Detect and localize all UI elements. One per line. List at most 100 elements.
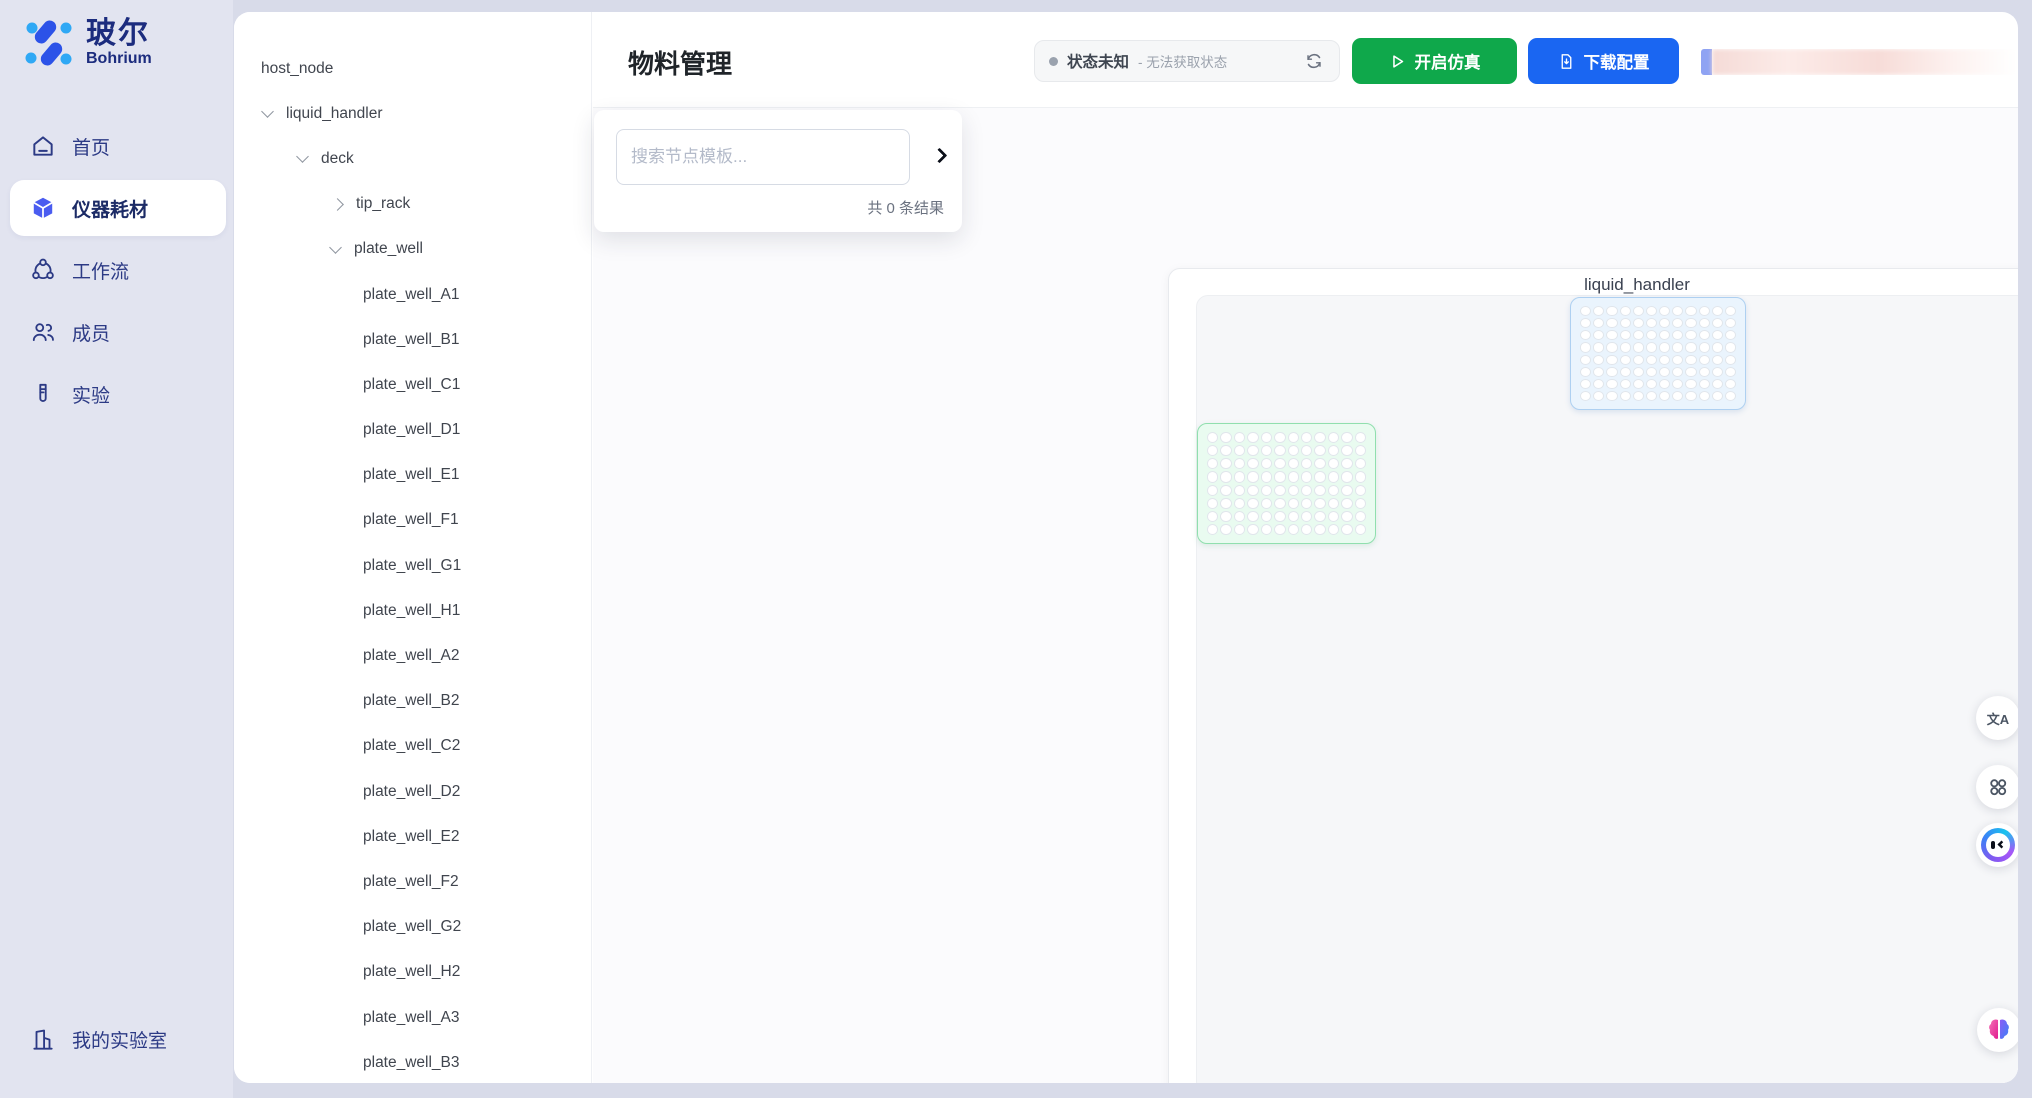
refresh-status-button[interactable] (1305, 51, 1325, 71)
search-submit-button[interactable] (926, 143, 952, 169)
tree-item-plate_well_F2[interactable]: plate_well_F2 (234, 859, 591, 904)
sidebar-item-label: 工作流 (72, 257, 129, 284)
well (1314, 498, 1325, 509)
well (1247, 445, 1258, 456)
canvas[interactable]: liquid_handler data: [object Object] 美化布… (593, 108, 2018, 1083)
status-label: 状态未知 (1067, 50, 1129, 72)
liquid-handler-node[interactable]: liquid_handler data: [object Object] (1168, 268, 2018, 1083)
well (1633, 318, 1644, 328)
well (1685, 391, 1696, 401)
well (1699, 391, 1710, 401)
well (1220, 485, 1231, 496)
well (1207, 498, 1218, 509)
tree-item-plate_well_A1[interactable]: plate_well_A1 (234, 272, 591, 317)
tree-item-label: plate_well_C2 (363, 737, 460, 755)
tree-item-plate_well_B3[interactable]: plate_well_B3 (234, 1040, 591, 1083)
deck-area[interactable] (1196, 295, 2018, 1083)
tree-item-host_node[interactable]: host_node (234, 46, 591, 91)
tree-item-plate_well[interactable]: plate_well (234, 227, 591, 272)
well (1580, 342, 1591, 352)
sidebar-item-home[interactable]: 首页 (10, 118, 226, 174)
well-plate-green[interactable] (1197, 423, 1376, 544)
well (1725, 379, 1736, 389)
well (1633, 391, 1644, 401)
bohrium-logo[interactable]: 玻尔 Bohrium (22, 17, 152, 69)
well (1274, 511, 1285, 522)
sidebar-item-experiment[interactable]: 实验 (10, 366, 226, 422)
tree-item-plate_well_E1[interactable]: plate_well_E1 (234, 453, 591, 498)
redacted-cap (1701, 49, 1712, 75)
status-detail: - 无法获取状态 (1138, 51, 1227, 71)
experiment-icon (30, 381, 56, 407)
well (1685, 367, 1696, 377)
well-plate-selected[interactable] (1570, 297, 1746, 410)
well (1274, 432, 1285, 443)
well (1672, 330, 1683, 340)
tree-item-deck[interactable]: deck (234, 136, 591, 181)
well (1207, 471, 1218, 482)
well (1620, 355, 1631, 365)
ai-brain-button[interactable] (1977, 1008, 2018, 1052)
tree-item-liquid_handler[interactable]: liquid_handler (234, 91, 591, 136)
well (1606, 391, 1617, 401)
well (1247, 524, 1258, 535)
tree-item-tip_rack[interactable]: tip_rack (234, 182, 591, 227)
chevron-down-icon[interactable] (296, 151, 309, 164)
well (1580, 330, 1591, 340)
ai-assistant-button[interactable] (1976, 823, 2018, 867)
well (1646, 379, 1657, 389)
well (1593, 391, 1604, 401)
tree-item-label: plate_well_E1 (363, 466, 460, 484)
well (1261, 445, 1272, 456)
chevron-down-icon[interactable] (261, 105, 274, 118)
tree-item-plate_well_G1[interactable]: plate_well_G1 (234, 543, 591, 588)
tree-item-label: tip_rack (356, 195, 410, 213)
tree-item-plate_well_C1[interactable]: plate_well_C1 (234, 362, 591, 407)
well (1207, 524, 1218, 535)
well (1328, 524, 1339, 535)
search-input[interactable] (616, 129, 910, 185)
tree-item-label: plate_well_C1 (363, 376, 460, 394)
tree-item-plate_well_A2[interactable]: plate_well_A2 (234, 633, 591, 678)
sidebar-item-members[interactable]: 成员 (10, 304, 226, 360)
start-simulation-button[interactable]: 开启仿真 (1352, 38, 1517, 84)
sidebar-item-instruments[interactable]: 仪器耗材 (10, 180, 226, 236)
well (1580, 306, 1591, 316)
tree-item-plate_well_A3[interactable]: plate_well_A3 (234, 995, 591, 1040)
tree-item-plate_well_C2[interactable]: plate_well_C2 (234, 724, 591, 769)
tree-item-plate_well_H1[interactable]: plate_well_H1 (234, 588, 591, 633)
well (1659, 391, 1670, 401)
well (1207, 445, 1218, 456)
tree-item-plate_well_G2[interactable]: plate_well_G2 (234, 905, 591, 950)
tree-item-plate_well_B1[interactable]: plate_well_B1 (234, 317, 591, 362)
well (1685, 330, 1696, 340)
well (1606, 342, 1617, 352)
well (1672, 367, 1683, 377)
tree-item-plate_well_D2[interactable]: plate_well_D2 (234, 769, 591, 814)
chevron-right-icon[interactable] (331, 198, 344, 211)
well (1712, 306, 1723, 316)
translate-button[interactable]: 文A (1976, 696, 2018, 740)
node-tree: host_node liquid_handlerdeck tip_rackplate… (234, 46, 591, 1083)
tree-item-plate_well_B2[interactable]: plate_well_B2 (234, 679, 591, 724)
tree-item-label: host_node (261, 60, 333, 78)
chevron-down-icon[interactable] (329, 241, 342, 254)
well (1341, 445, 1352, 456)
tree-item-plate_well_H2[interactable]: plate_well_H2 (234, 950, 591, 995)
well (1606, 379, 1617, 389)
sidebar-item-my-lab[interactable]: 我的实验室 (30, 1026, 167, 1053)
well (1261, 458, 1272, 469)
tree-item-plate_well_F1[interactable]: plate_well_F1 (234, 498, 591, 543)
well (1220, 471, 1231, 482)
sidebar-item-workflow[interactable]: 工作流 (10, 242, 226, 298)
download-config-button[interactable]: 下载配置 (1528, 38, 1679, 84)
tree-item-label: plate_well_F2 (363, 873, 459, 891)
well (1646, 391, 1657, 401)
sidebar: 玻尔 Bohrium 首页 仪器耗材 工作流 成员 实验 我的实验室 (0, 0, 233, 1098)
well (1220, 498, 1231, 509)
tree-item-plate_well_E2[interactable]: plate_well_E2 (234, 814, 591, 859)
tree-item-plate_well_D1[interactable]: plate_well_D1 (234, 408, 591, 453)
apps-grid-button[interactable] (1976, 765, 2018, 809)
well (1288, 432, 1299, 443)
well (1606, 355, 1617, 365)
